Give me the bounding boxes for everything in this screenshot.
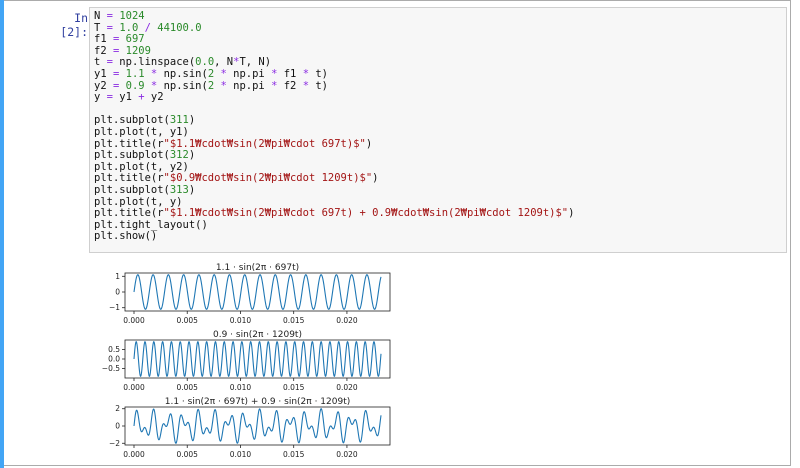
x-tick-label: 0.000 [123,383,145,392]
x-tick-label: 0.005 [176,383,198,392]
y-tick-label: −2 [109,439,120,448]
y-tick-label: 0.0 [108,355,120,364]
x-tick-label: 0.010 [230,383,252,392]
x-tick-label: 0.020 [336,383,358,392]
x-tick-label: 0.010 [230,450,252,459]
y-tick-label: 1 [115,272,120,281]
x-tick-label: 0.015 [283,316,305,325]
x-tick-label: 0.020 [336,450,358,459]
plot-output: 1.1 · sin(2π · 697t)0.000 0.005 0.010 0.015… [102,263,391,459]
plot-frame [124,406,391,446]
x-tick-label: 0.005 [176,450,198,459]
plot-title: 0.9 · sin(2π · 1209t) [213,330,302,340]
x-tick-label: 0.015 [283,383,305,392]
x-tick-label: 0.005 [176,316,198,325]
x-tick-label: 0.010 [230,316,252,325]
x-tick-label: 0.020 [336,316,358,325]
x-tick-label: 0.000 [123,316,145,325]
y-tick-label: −1 [109,303,120,312]
x-tick-label: 0.000 [123,450,145,459]
plot-title: 1.1 · sin(2π · 697t) [216,263,299,273]
y-tick-label: 0 [115,288,120,297]
y-tick-label: 0 [115,422,120,431]
y-tick-label: −0.5 [102,364,120,373]
y-tick-label: 2 [115,404,120,413]
plot-title: 1.1 · sin(2π · 697t) + 0.9 · sin(2π · 12… [165,397,350,407]
x-tick-label: 0.015 [283,450,305,459]
y-tick-label: 0.5 [108,345,120,354]
